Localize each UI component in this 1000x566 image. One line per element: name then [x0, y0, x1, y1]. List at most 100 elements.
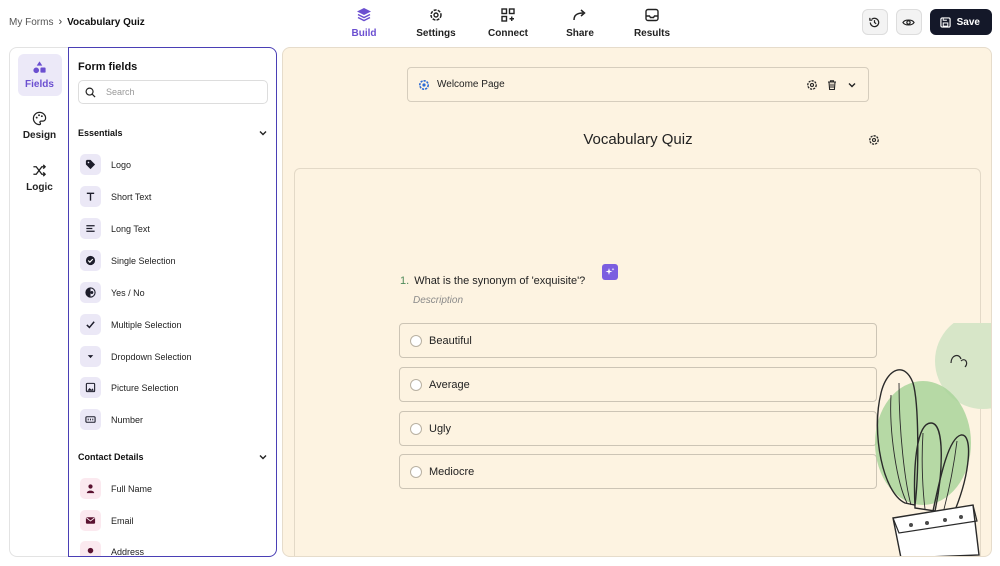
search-placeholder: Search: [106, 87, 135, 97]
settings-cog-icon: [419, 79, 429, 90]
section-essentials[interactable]: Essentials: [78, 128, 268, 138]
left-rail: Fields Design Logic: [9, 47, 69, 557]
history-button[interactable]: [861, 9, 888, 35]
chevron-down-icon[interactable]: [846, 79, 858, 91]
field-full-name[interactable]: Full Name: [80, 478, 152, 499]
tab-connect-label: Connect: [488, 28, 528, 39]
person-icon: [80, 478, 101, 499]
envelope-icon: [80, 510, 101, 531]
gear-icon[interactable]: [868, 134, 880, 146]
ai-sparkle-button[interactable]: [602, 264, 618, 280]
field-number[interactable]: Number: [80, 409, 143, 430]
rail-item-fields[interactable]: Fields: [17, 54, 62, 96]
field-short-text[interactable]: Short Text: [80, 186, 151, 207]
shuffle-icon: [33, 164, 47, 177]
form-fields-panel: Form fields Search Essentials Logo Short…: [68, 47, 277, 557]
tab-share[interactable]: Share: [544, 0, 616, 44]
welcome-page-label: Welcome Page: [437, 79, 505, 90]
rail-item-fields-label: Fields: [25, 79, 54, 90]
answer-option[interactable]: Mediocre: [399, 454, 877, 489]
field-label: Full Name: [111, 483, 153, 494]
gear-icon[interactable]: [806, 79, 818, 91]
section-contact-details[interactable]: Contact Details: [78, 452, 268, 462]
palette-icon: [32, 111, 47, 126]
tag-icon: [80, 154, 101, 175]
grid-plus-icon: [501, 8, 515, 22]
breadcrumb-separator: ›: [58, 16, 63, 28]
question-number: 1.: [400, 275, 410, 287]
save-button-label: Save: [956, 16, 980, 28]
checkmark-icon: [80, 314, 101, 335]
breadcrumb-my-forms[interactable]: My Forms: [9, 17, 53, 28]
rail-item-design-label: Design: [22, 130, 57, 141]
option-label: Average: [429, 378, 470, 391]
tab-results[interactable]: Results: [616, 0, 688, 44]
field-label: Short Text: [111, 191, 152, 202]
radio-button[interactable]: [410, 334, 422, 347]
field-label: Dropdown Selection: [111, 351, 192, 362]
answer-option[interactable]: Ugly: [399, 411, 877, 446]
tab-build[interactable]: Build: [328, 0, 400, 44]
breadcrumb-current: Vocabulary Quiz: [67, 16, 145, 28]
answer-option[interactable]: Beautiful: [399, 323, 877, 358]
field-single-selection[interactable]: Single Selection: [80, 250, 176, 271]
field-address[interactable]: Address: [80, 541, 145, 557]
welcome-actions: [806, 79, 858, 91]
field-label: Yes / No: [111, 287, 145, 298]
form-canvas: Welcome Page Vocabulary Quiz 1. What is …: [282, 47, 992, 557]
description-placeholder[interactable]: Description: [413, 295, 463, 306]
field-label: Picture Selection: [111, 382, 179, 393]
main-nav: Build Settings Connect Share Results: [328, 0, 688, 44]
welcome-left: Welcome Page: [418, 79, 806, 91]
answer-option[interactable]: Average: [399, 367, 877, 402]
save-icon: [939, 16, 951, 28]
radio-button[interactable]: [410, 465, 422, 478]
half-circle-icon: [80, 282, 101, 303]
radio-button[interactable]: [410, 378, 422, 391]
image-icon: [80, 377, 101, 398]
preview-button[interactable]: [895, 9, 922, 35]
tab-build-label: Build: [351, 28, 377, 39]
search-input[interactable]: Search: [78, 80, 268, 104]
inbox-icon: [645, 8, 659, 22]
panel-title: Form fields: [78, 61, 138, 73]
rail-item-design[interactable]: Design: [18, 105, 62, 147]
tab-settings[interactable]: Settings: [400, 0, 472, 44]
share-arrow-icon: [573, 9, 586, 21]
field-yes-no[interactable]: Yes / No: [80, 282, 145, 303]
tab-settings-label: Settings: [416, 28, 456, 39]
rail-item-logic[interactable]: Logic: [18, 157, 62, 199]
field-label: Number: [111, 414, 144, 425]
radio-button[interactable]: [410, 422, 422, 435]
location-icon: [80, 541, 101, 556]
field-dropdown-selection[interactable]: Dropdown Selection: [80, 346, 192, 367]
option-label: Beautiful: [429, 334, 472, 347]
field-label: Address: [111, 546, 145, 557]
field-label: Email: [111, 515, 134, 526]
section-contact-label: Contact Details: [78, 452, 144, 462]
field-label: Logo: [111, 159, 132, 170]
text-lines-icon: [80, 218, 101, 239]
welcome-page-bar[interactable]: Welcome Page: [407, 67, 869, 102]
option-label: Mediocre: [429, 465, 475, 478]
breadcrumb: My Forms › Vocabulary Quiz: [9, 16, 145, 28]
header-actions: Save: [861, 9, 992, 35]
field-label: Multiple Selection: [111, 319, 182, 330]
field-email[interactable]: Email: [80, 510, 134, 531]
tab-share-label: Share: [566, 28, 594, 39]
field-label: Single Selection: [111, 255, 176, 266]
field-label: Long Text: [111, 223, 150, 234]
field-multiple-selection[interactable]: Multiple Selection: [80, 314, 182, 335]
field-logo[interactable]: Logo: [80, 154, 131, 175]
tab-connect[interactable]: Connect: [472, 0, 544, 44]
trash-icon[interactable]: [826, 79, 838, 91]
question-heading[interactable]: 1. What is the synonym of 'exquisite'?: [400, 275, 585, 287]
tab-results-label: Results: [633, 28, 671, 39]
section-essentials-label: Essentials: [78, 128, 123, 138]
number-icon: [80, 409, 101, 430]
field-long-text[interactable]: Long Text: [80, 218, 150, 239]
cactus-illustration: [875, 323, 991, 556]
page-title: Vocabulary Quiz: [583, 131, 693, 148]
save-button[interactable]: Save: [929, 9, 992, 35]
field-picture-selection[interactable]: Picture Selection: [80, 377, 179, 398]
